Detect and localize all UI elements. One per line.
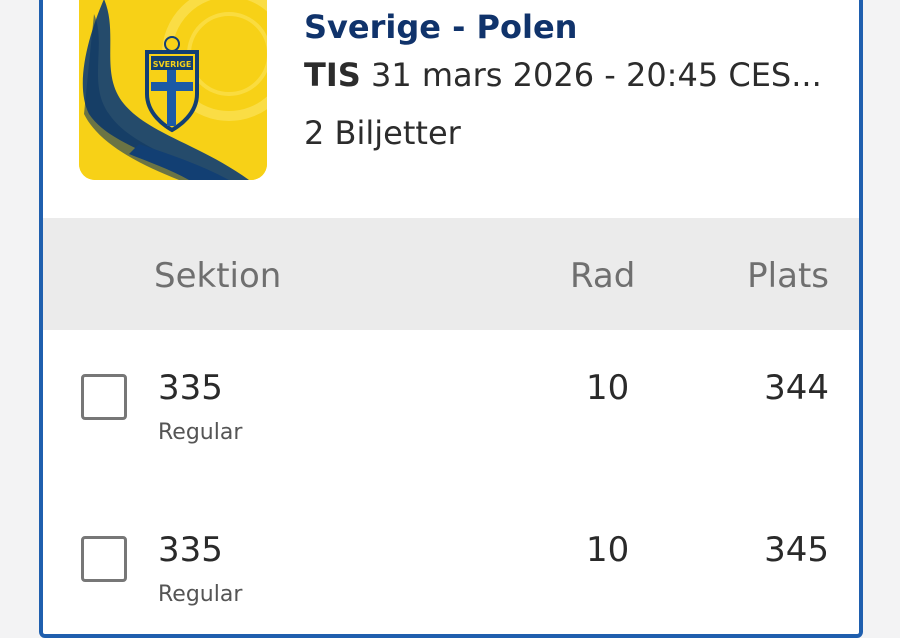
ticket-type: Regular [158,420,243,445]
event-title: Sverige - Polen [304,8,578,46]
ticket-count: 2 Biljetter [304,114,461,152]
header-row: Rad [570,256,636,296]
ticket-section: 335 [158,530,223,570]
team-crest-image: SVERIGE [79,0,267,180]
event-datetime: TIS 31 mars 2026 - 20:45 CES... [304,56,834,94]
ticket-row-number: 10 [586,530,630,570]
ticket-seat: 344 [764,368,829,408]
ticket-row-number: 10 [586,368,630,408]
header-section: Sektion [154,256,282,296]
ticket-row: 335 Regular 10 345 [43,530,859,634]
header-seat: Plats [747,256,829,296]
ticket-checkbox[interactable] [81,374,127,420]
seat-table-header: Sektion Rad Plats [43,218,859,330]
event-date-text: 31 mars 2026 - 20:45 CES... [360,56,822,94]
event-day: TIS [304,56,361,94]
ticket-row: 335 Regular 10 344 [43,368,859,494]
ticket-type: Regular [158,582,243,607]
ticket-seat: 345 [764,530,829,570]
event-image: SVERIGE [79,0,267,180]
ticket-card: SVERIGE Sverige - Polen TIS 31 mars 2026… [39,0,863,638]
ticket-section: 335 [158,368,223,408]
svg-text:SVERIGE: SVERIGE [153,60,192,69]
ticket-checkbox[interactable] [81,536,127,582]
